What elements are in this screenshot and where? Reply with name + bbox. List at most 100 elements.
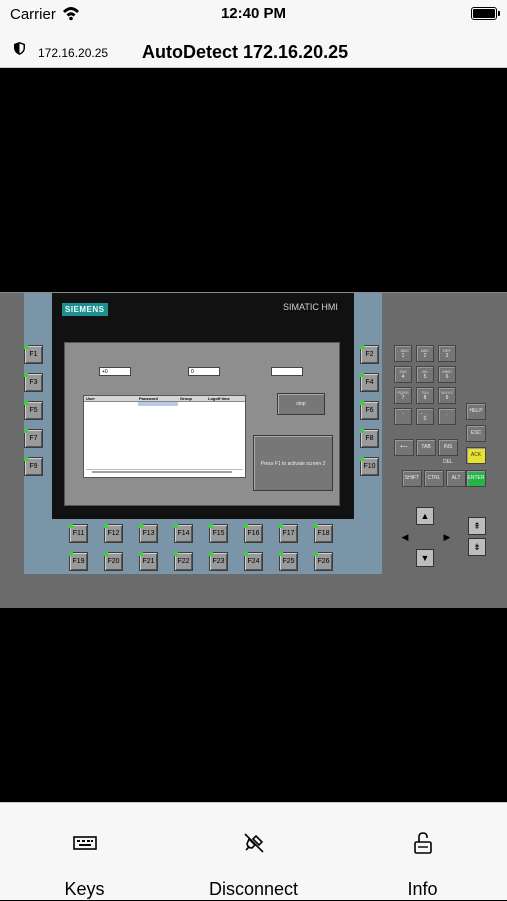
arrow-down-key[interactable]: ▼	[416, 549, 434, 567]
shift-key[interactable]: SHIFT	[402, 470, 422, 487]
key-f10[interactable]: F10	[360, 457, 379, 476]
hmi-panel: SIEMENS SIMATIC HMI F1 F3 F5 F7 F9 F2 F4…	[0, 292, 507, 608]
keypad-8[interactable]: TUV 8	[416, 387, 434, 404]
led-indicator	[209, 524, 213, 528]
key-f26[interactable]: F26	[314, 552, 333, 571]
key-f8[interactable]: F8	[360, 429, 379, 448]
key-f18[interactable]: F18	[314, 524, 333, 543]
keypad-5[interactable]: JKL 5	[416, 366, 434, 383]
key-f25[interactable]: F25	[279, 552, 298, 571]
disconnect-plug-icon	[244, 833, 264, 853]
connection-ip: 172.16.20.25	[38, 46, 109, 60]
key-f11[interactable]: F11	[69, 524, 88, 543]
esc-key[interactable]: ESC	[466, 425, 486, 442]
backspace-key[interactable]: ⟵	[394, 439, 414, 456]
key-f16[interactable]: F16	[244, 524, 263, 543]
led-indicator	[139, 552, 143, 556]
arrow-left-key[interactable]: ◀	[396, 529, 414, 547]
key-label: F24	[247, 558, 260, 565]
key-f2[interactable]: F2	[360, 345, 379, 364]
key-label: F20	[107, 558, 120, 565]
key-label: -	[402, 411, 404, 417]
key-f6[interactable]: F6	[360, 401, 379, 420]
key-label: F25	[282, 558, 295, 565]
hmi-field-3[interactable]	[271, 367, 303, 376]
table-scrollbar[interactable]	[86, 469, 243, 474]
key-f23[interactable]: F23	[209, 552, 228, 571]
keypad-2[interactable]: ABC 2	[416, 345, 434, 362]
key-label: F23	[212, 558, 225, 565]
ins-del-key[interactable]: INS DEL	[438, 439, 458, 465]
keypad-minus[interactable]: -	[394, 408, 412, 425]
enter-key[interactable]: ENTER	[466, 470, 486, 487]
led-indicator	[24, 345, 28, 349]
key-f20[interactable]: F20	[104, 552, 123, 571]
hmi-field-1[interactable]: +0	[99, 367, 131, 376]
key-f24[interactable]: F24	[244, 552, 263, 571]
user-table[interactable]: User Password Group Logoff time	[83, 395, 246, 478]
led-indicator	[104, 524, 108, 528]
key-f7[interactable]: F7	[24, 429, 43, 448]
led-indicator	[69, 524, 73, 528]
model-label: SIMATIC HMI	[283, 302, 338, 312]
key-label: F14	[177, 530, 190, 537]
ctrl-key[interactable]: CTRL	[424, 470, 444, 487]
stop-button[interactable]: stop	[277, 393, 325, 415]
tab-key[interactable]: TAB	[416, 439, 436, 456]
keypad-9[interactable]: WXYZ 9	[438, 387, 456, 404]
key-f13[interactable]: F13	[139, 524, 158, 543]
keypad-4[interactable]: GHI 4	[394, 366, 412, 383]
key-label: F6	[365, 407, 374, 414]
led-indicator	[104, 552, 108, 556]
key-label: 2	[423, 353, 427, 359]
key-f5[interactable]: F5	[24, 401, 43, 420]
keypad-3[interactable]: DEF 3	[438, 345, 456, 362]
tab-keys[interactable]: Keys	[0, 803, 169, 901]
key-f15[interactable]: F15	[209, 524, 228, 543]
key-f4[interactable]: F4	[360, 373, 379, 392]
tab-info[interactable]: Info	[338, 803, 507, 901]
ack-key[interactable]: ACK	[466, 447, 486, 464]
column-header: Logoff time	[208, 396, 230, 401]
key-f17[interactable]: F17	[279, 524, 298, 543]
key-f19[interactable]: F19	[69, 552, 88, 571]
key-f1[interactable]: F1	[24, 345, 43, 364]
keypad-6[interactable]: MNO 6	[438, 366, 456, 383]
key-label: F4	[365, 379, 374, 386]
help-key[interactable]: HELP	[466, 403, 486, 420]
led-indicator	[139, 524, 143, 528]
led-indicator	[314, 524, 318, 528]
led-indicator	[360, 373, 364, 377]
key-f9[interactable]: F9	[24, 457, 43, 476]
key-label: F2	[365, 351, 374, 358]
key-f3[interactable]: F3	[24, 373, 43, 392]
key-f22[interactable]: F22	[174, 552, 193, 571]
key-label: F16	[247, 530, 260, 537]
page-title: AutoDetect 172.16.20.25	[142, 42, 349, 62]
arrow-up-key[interactable]: ▲	[416, 507, 434, 525]
activate-screen-button[interactable]: Press F1 to activate screen 2	[253, 435, 333, 491]
remote-viewer[interactable]: SIEMENS SIMATIC HMI F1 F3 F5 F7 F9 F2 F4…	[0, 68, 507, 802]
led-indicator	[174, 524, 178, 528]
page-down-key[interactable]: ⇟	[468, 538, 486, 556]
led-indicator	[279, 552, 283, 556]
tab-bar: Keys Disconnect Info	[0, 802, 507, 900]
unlock-icon	[414, 832, 432, 854]
tab-label: Keys	[64, 879, 105, 899]
arrow-right-key[interactable]: ▶	[438, 529, 456, 547]
alt-key[interactable]: ALT	[446, 470, 466, 487]
keypad-1[interactable]: - 'ABC 1	[394, 345, 412, 362]
hmi-screen[interactable]: +0 0 User Password Group Logoff time sto…	[64, 342, 340, 506]
key-label: F11	[72, 530, 85, 537]
hmi-field-2[interactable]: 0	[188, 367, 220, 376]
keypad-dot[interactable]: .	[438, 408, 456, 425]
keypad-7[interactable]: PQRS 7	[394, 387, 412, 404]
key-f21[interactable]: F21	[139, 552, 158, 571]
key-label: F10	[363, 463, 376, 470]
page-up-key[interactable]: ⇞	[468, 517, 486, 535]
tab-disconnect[interactable]: Disconnect	[169, 803, 338, 901]
nav-bar: 172.16.20.25 AutoDetect 172.16.20.25	[0, 30, 507, 68]
key-f12[interactable]: F12	[104, 524, 123, 543]
keypad-0[interactable]: + - . ,0	[416, 408, 434, 425]
key-f14[interactable]: F14	[174, 524, 193, 543]
